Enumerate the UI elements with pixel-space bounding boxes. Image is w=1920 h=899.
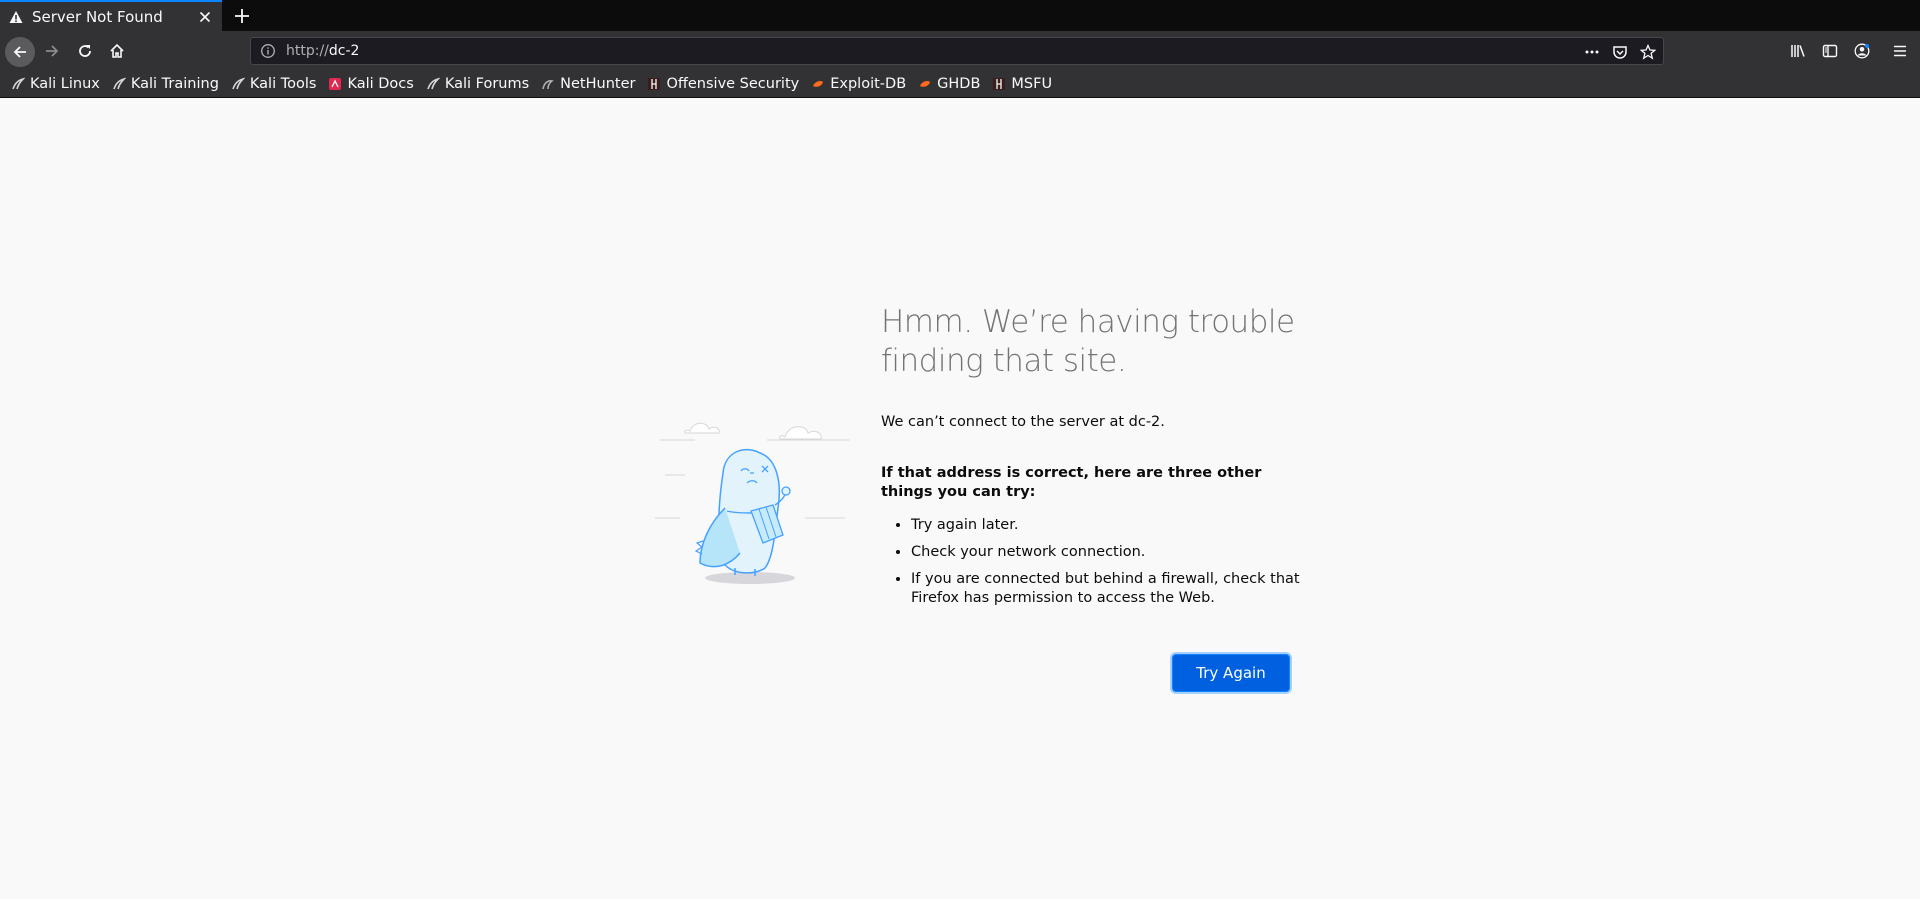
url-host: dc-2 [328, 43, 360, 59]
bookmark-label: Offensive Security [666, 76, 800, 92]
bookmark-label: Exploit-DB [830, 76, 907, 92]
suggestion-item: Try again later. [911, 516, 1301, 535]
tab-strip: Server Not Found [0, 0, 1920, 31]
try-again-button[interactable]: Try Again [1173, 655, 1289, 691]
pocket-icon[interactable] [1609, 42, 1631, 62]
kali-dragon-icon [425, 76, 441, 92]
warning-icon [9, 10, 23, 24]
suggestion-item: Check your network connection. [911, 543, 1301, 562]
bookmark-star-icon[interactable] [1637, 42, 1659, 62]
offsec-icon [646, 76, 662, 92]
library-icon[interactable] [1784, 37, 1812, 65]
bookmark-item[interactable]: Offensive Security [646, 76, 799, 92]
bookmark-item[interactable]: Kali Linux [10, 76, 100, 92]
nethunter-icon [540, 76, 556, 92]
suggestions-title: If that address is correct, here are thr… [881, 465, 1262, 500]
bookmark-label: Kali Linux [30, 76, 100, 92]
close-tab-icon[interactable] [194, 6, 216, 28]
bookmark-label: Kali Docs [347, 76, 414, 92]
bookmark-item[interactable]: NetHunter [540, 76, 635, 92]
exploitdb-icon [917, 76, 933, 92]
bookmark-item[interactable]: GHDB [917, 76, 980, 92]
back-arrow-icon[interactable] [5, 37, 35, 67]
bookmark-label: GHDB [937, 76, 981, 92]
sidebar-icon[interactable] [1816, 37, 1844, 65]
kali-docs-icon [327, 76, 343, 92]
bookmark-item[interactable]: Kali Training [111, 76, 219, 92]
bookmarks-toolbar: Kali Linux Kali Training Kali Tools Kali Do… [0, 71, 1920, 98]
bookmark-label: Kali Forums [444, 76, 530, 92]
page-actions-icon[interactable] [1581, 42, 1603, 62]
kali-dragon-icon [10, 76, 26, 92]
bookmark-item[interactable]: Kali Tools [230, 76, 317, 92]
bookmark-label: MSFU [1011, 76, 1053, 92]
reload-icon[interactable] [71, 37, 99, 65]
new-tab-icon[interactable] [230, 4, 254, 28]
error-headline: Hmm. We’re having trouble finding that s… [881, 304, 1295, 379]
bookmark-item[interactable]: Exploit-DB [810, 76, 906, 92]
forward-arrow-icon[interactable] [38, 37, 66, 65]
tab-server-not-found[interactable]: Server Not Found [0, 0, 222, 31]
kali-dragon-icon [111, 76, 127, 92]
bookmark-label: NetHunter [560, 76, 636, 92]
exploitdb-icon [810, 76, 826, 92]
bookmark-item[interactable]: MSFU [991, 76, 1052, 92]
bookmark-item[interactable]: Kali Docs [327, 76, 414, 92]
suggestions-list: Try again later. Check your network conn… [881, 516, 1301, 608]
url-bar[interactable]: http://dc-2 [250, 37, 1664, 65]
bookmark-label: Kali Training [130, 76, 219, 92]
bookmark-label: Kali Tools [249, 76, 317, 92]
kali-dragon-icon [230, 76, 246, 92]
suggestion-item: If you are connected but behind a firewa… [911, 570, 1301, 608]
navigation-toolbar: http://dc-2 [0, 31, 1920, 71]
menu-icon[interactable] [1886, 37, 1914, 65]
bookmark-item[interactable]: Kali Forums [425, 76, 529, 92]
offsec-icon [991, 76, 1007, 92]
account-icon[interactable] [1848, 37, 1876, 65]
url-scheme: http:// [286, 43, 329, 59]
error-description: We can’t connect to the server at dc-2. [881, 414, 1165, 430]
home-icon[interactable] [103, 37, 131, 65]
tab-title: Server Not Found [32, 7, 163, 26]
error-illustration [655, 413, 850, 588]
error-content: Hmm. We’re having trouble finding that s… [881, 303, 1301, 616]
url-text: http://dc-2 [286, 43, 359, 59]
site-info-icon[interactable] [260, 43, 276, 59]
